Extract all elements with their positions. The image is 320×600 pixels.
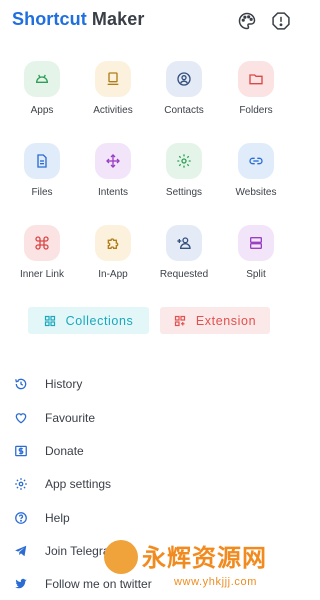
gear-icon [166, 143, 202, 179]
telegram-icon [15, 545, 27, 557]
menu-item-twitter[interactable]: Follow me on twitter [14, 574, 152, 594]
history-icon [15, 378, 27, 390]
tile-requested[interactable]: Requested [149, 225, 219, 280]
palette-icon[interactable] [237, 11, 257, 31]
tile-folders[interactable]: Folders [221, 61, 291, 116]
info-icon[interactable] [271, 11, 291, 31]
command-icon [24, 225, 60, 261]
person-add-icon [166, 225, 202, 261]
app-title: Shortcut Maker [12, 9, 145, 29]
collections-button[interactable]: Collections [28, 307, 149, 334]
watermark-logo [104, 540, 138, 574]
tile-in-app[interactable]: In-App [78, 225, 148, 280]
link-icon [238, 143, 274, 179]
menu-item-help[interactable]: Help [14, 508, 70, 528]
tile-files[interactable]: Files [7, 143, 77, 198]
tile-intents[interactable]: Intents [78, 143, 148, 198]
file-icon [24, 143, 60, 179]
add-grid-icon [174, 315, 185, 326]
menu-item-donate[interactable]: Donate [14, 441, 84, 461]
folder-icon [238, 61, 274, 97]
puzzle-icon [95, 225, 131, 261]
tile-settings[interactable]: Settings [149, 143, 219, 198]
gear-icon [15, 478, 27, 490]
watermark: 永辉资源网 www.yhkjjj.com [104, 536, 298, 600]
menu-item-favourite[interactable]: Favourite [14, 408, 95, 428]
app-bar: Shortcut Maker [0, 0, 298, 42]
dollar-icon [15, 445, 27, 457]
menu-item-telegram[interactable]: Join Telegram [14, 541, 119, 561]
tile-activities[interactable]: Activities [78, 61, 148, 116]
extension-button[interactable]: Extension [160, 307, 270, 334]
menu-item-history[interactable]: History [14, 374, 82, 394]
help-icon [15, 512, 27, 524]
grid-icon [44, 315, 55, 326]
twitter-icon [15, 578, 27, 589]
tile-apps[interactable]: Apps [7, 61, 77, 116]
tile-websites[interactable]: Websites [221, 143, 291, 198]
menu-item-app-settings[interactable]: App settings [14, 474, 111, 494]
heart-icon [15, 413, 27, 424]
activity-icon [95, 61, 131, 97]
android-icon [24, 61, 60, 97]
split-icon [238, 225, 274, 261]
intent-icon [95, 143, 131, 179]
tile-split[interactable]: Split [221, 225, 291, 280]
tile-contacts[interactable]: Contacts [149, 61, 219, 116]
tile-inner-link[interactable]: Inner Link [7, 225, 77, 280]
contact-icon [166, 61, 202, 97]
